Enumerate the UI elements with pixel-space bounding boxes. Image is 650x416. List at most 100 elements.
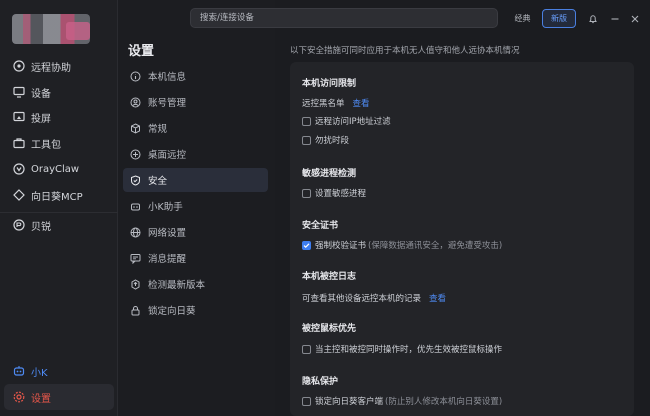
security-panel: 本机访问限制 远控黑名单 查看 远程访问IP地址过滤 勿扰时段 敏感进程检测 设… xyxy=(290,62,634,416)
privacy-option: 锁定向日葵客户端 (防止别人修改本机向日葵设置) xyxy=(302,395,502,407)
sidebar-item-devices[interactable]: 设备 xyxy=(4,79,114,105)
mcp-icon xyxy=(13,189,25,201)
blacklist-view-link[interactable]: 查看 xyxy=(353,97,370,109)
claw-icon xyxy=(13,163,25,175)
check-icon xyxy=(303,242,310,248)
desktop-control-icon xyxy=(130,149,141,160)
sidebar-item-label: 向日葵MCP xyxy=(31,191,83,203)
blacklist-label: 远控黑名单 xyxy=(302,99,345,109)
close-button[interactable] xyxy=(627,10,643,26)
minimize-icon xyxy=(610,9,620,28)
sidebar-item-settings[interactable]: 设置 xyxy=(4,384,114,410)
sidebar-item-label: 远程协助 xyxy=(31,62,71,74)
sidebar-item-cast[interactable]: 投屏 xyxy=(4,104,114,130)
mouse-priority-checkbox[interactable] xyxy=(302,344,311,354)
section-title-privacy: 隐私保护 xyxy=(302,377,339,387)
classic-mode-button[interactable]: 经典 xyxy=(507,10,538,27)
settings-icon xyxy=(13,391,25,403)
privacy-note: (防止别人修改本机向日葵设置) xyxy=(385,397,503,407)
app-window: 远程协助 设备 投屏 工具包 OrayClaw 向日葵MCP 贝锐 小K 设置 … xyxy=(0,0,650,416)
search-input[interactable]: 搜索/连接设备 xyxy=(190,8,498,28)
settings-item-security[interactable]: 安全 xyxy=(123,168,268,192)
privacy-label: 锁定向日葵客户端 xyxy=(315,397,384,407)
page-title: 设置 xyxy=(128,44,155,59)
security-description: 以下安全措施可同时应用于本机无人值守和他人远协本机情况 xyxy=(290,46,520,56)
sidebar-item-toolbox[interactable]: 工具包 xyxy=(4,130,114,156)
globe-icon xyxy=(130,227,141,238)
sidebar-item-remote-assist[interactable]: 远程协助 xyxy=(4,53,114,79)
settings-item-notifications[interactable]: 消息提醒 xyxy=(123,246,268,270)
section-title-mouse-priority: 被控鼠标优先 xyxy=(302,324,357,334)
settings-item-device-info[interactable]: 本机信息 xyxy=(123,64,268,88)
settings-item-account[interactable]: 账号管理 xyxy=(123,90,268,114)
bell-icon xyxy=(588,9,598,28)
toolbox-icon xyxy=(13,137,25,149)
dnd-option: 勿扰时段 xyxy=(302,134,349,146)
certificate-note: (保障数据通讯安全，避免遭受攻击) xyxy=(368,241,503,251)
main-sidebar: 远程协助 设备 投屏 工具包 OrayClaw 向日葵MCP 贝锐 小K 设置 xyxy=(0,0,118,416)
settings-item-label: 账号管理 xyxy=(148,98,187,109)
sidebar-item-oray[interactable]: 贝锐 xyxy=(4,212,114,238)
sidebar-item-xiaok[interactable]: 小K xyxy=(4,358,114,384)
ip-filter-checkbox[interactable] xyxy=(302,116,311,126)
minimize-button[interactable] xyxy=(607,10,623,26)
remote-icon xyxy=(13,60,25,72)
message-icon xyxy=(130,253,141,264)
sensitive-process-option: 设置敏感进程 xyxy=(302,187,366,199)
monitor-icon xyxy=(13,86,25,98)
notification-bell-button[interactable] xyxy=(585,10,601,26)
privacy-checkbox[interactable] xyxy=(302,396,311,406)
sensitive-process-label: 设置敏感进程 xyxy=(315,189,367,199)
settings-item-label: 锁定向日葵 xyxy=(148,306,196,317)
section-title-certificate: 安全证书 xyxy=(302,221,339,231)
sidebar-item-orayclaw[interactable]: OrayClaw xyxy=(4,156,114,182)
settings-nav: 设置 本机信息 账号管理 常规 桌面远控 安全 小K助手 网络设置 消息提醒 检… xyxy=(118,0,275,416)
settings-item-network[interactable]: 网络设置 xyxy=(123,220,268,244)
bot-icon xyxy=(130,201,141,212)
certificate-label: 强制校验证书 xyxy=(315,241,367,251)
sidebar-item-label: 工具包 xyxy=(31,139,61,151)
sidebar-item-label: 贝锐 xyxy=(31,221,51,233)
log-text: 可查看其他设备远控本机的记录 xyxy=(302,294,422,304)
settings-item-label: 安全 xyxy=(148,176,168,187)
settings-item-desktop-control[interactable]: 桌面远控 xyxy=(123,142,268,166)
settings-item-lock[interactable]: 锁定向日葵 xyxy=(123,298,268,322)
settings-item-general[interactable]: 常规 xyxy=(123,116,268,140)
dnd-checkbox[interactable] xyxy=(302,135,311,145)
oray-icon xyxy=(13,219,25,231)
dnd-label: 勿扰时段 xyxy=(315,136,350,146)
ip-filter-label: 远程访问IP地址过滤 xyxy=(315,117,391,127)
settings-item-label: 检测最新版本 xyxy=(148,280,206,291)
certificate-option: 强制校验证书 (保障数据通讯安全，避免遭受攻击) xyxy=(302,239,502,251)
lock-icon xyxy=(130,305,141,316)
new-mode-button[interactable]: 新版 xyxy=(542,9,576,28)
sidebar-item-label: 投屏 xyxy=(31,113,51,125)
cube-icon xyxy=(130,122,141,134)
settings-item-label: 消息提醒 xyxy=(148,254,187,265)
sidebar-item-label: OrayClaw xyxy=(31,163,80,175)
blacklist-row: 远控黑名单 查看 xyxy=(302,97,370,109)
ip-filter-option: 远程访问IP地址过滤 xyxy=(302,115,391,127)
account-icon xyxy=(130,97,141,108)
cast-icon xyxy=(13,111,25,123)
settings-item-label: 小K助手 xyxy=(148,202,183,213)
shield-icon xyxy=(130,174,141,186)
sidebar-item-label: 小K xyxy=(31,367,48,379)
settings-item-label: 网络设置 xyxy=(148,228,187,239)
mouse-priority-option: 当主控和被控同时操作时，优先生效被控鼠标操作 xyxy=(302,343,502,355)
settings-item-label: 常规 xyxy=(148,124,168,135)
section-title-log: 本机被控日志 xyxy=(302,272,357,282)
settings-item-label: 桌面远控 xyxy=(148,150,187,161)
avatar-badge xyxy=(66,22,90,40)
sensitive-process-checkbox[interactable] xyxy=(302,188,311,198)
certificate-checkbox[interactable] xyxy=(302,240,311,250)
settings-item-assistant[interactable]: 小K助手 xyxy=(123,194,268,218)
info-icon xyxy=(130,71,141,82)
settings-item-check-update[interactable]: 检测最新版本 xyxy=(123,272,268,296)
sidebar-item-mcp[interactable]: 向日葵MCP xyxy=(4,182,114,208)
sidebar-item-label: 设置 xyxy=(31,393,51,405)
update-icon xyxy=(130,278,141,290)
log-row: 可查看其他设备远控本机的记录 查看 xyxy=(302,292,446,304)
log-view-link[interactable]: 查看 xyxy=(429,292,446,304)
close-icon xyxy=(630,9,640,28)
